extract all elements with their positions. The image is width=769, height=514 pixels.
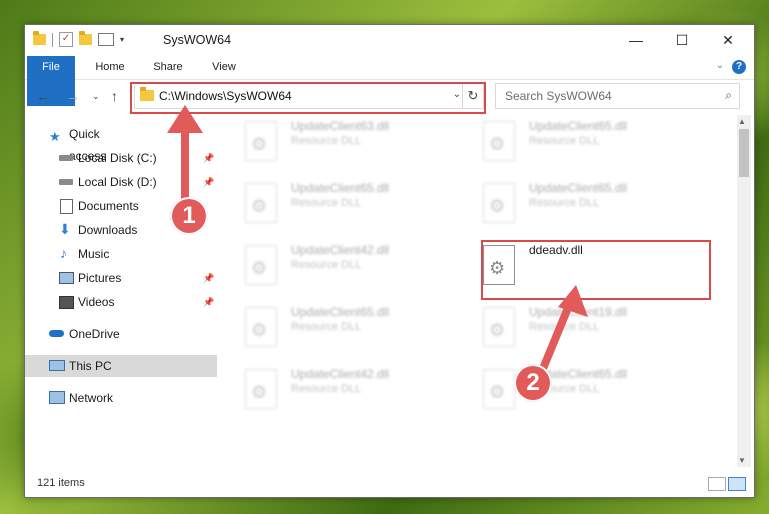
file-item[interactable]: UpdateClient42.dll Resource DLL — [225, 239, 435, 289]
toolbar-separator — [52, 32, 53, 47]
close-button[interactable]: ✕ — [705, 25, 751, 56]
new-folder-icon[interactable] — [79, 31, 92, 45]
dll-file-icon — [483, 121, 515, 161]
file-name: UpdateClient65.dll — [291, 305, 390, 319]
file-item[interactable]: UpdateClient42.dll Resource DLL — [225, 363, 435, 413]
file-type: Resource DLL — [529, 135, 600, 147]
tab-home[interactable]: Home — [83, 56, 137, 79]
up-arrow-icon[interactable]: ↑ — [111, 88, 118, 104]
ribbon: File Home Share View ⌄ ? — [25, 56, 754, 106]
dll-file-icon — [245, 183, 277, 223]
scrollbar-thumb[interactable] — [739, 129, 749, 177]
window-title: SysWOW64 — [163, 33, 232, 47]
file-name: UpdateClient42.dll — [291, 367, 390, 381]
dll-file-icon — [245, 369, 277, 409]
step-badge-2: 2 — [514, 364, 552, 402]
arrow-up-right-icon — [538, 285, 588, 373]
sidebar-item-label: Videos — [78, 295, 115, 309]
computer-icon — [49, 360, 65, 371]
help-icon[interactable]: ? — [732, 60, 746, 74]
minimize-button[interactable]: — — [613, 25, 659, 56]
star-icon: ★ — [49, 129, 61, 144]
search-box[interactable]: Search SysWOW64 ⌕ — [495, 83, 740, 109]
large-icons-view-icon[interactable] — [728, 477, 746, 491]
item-count: 121 items — [37, 477, 85, 489]
title-bar: ✓ ▾ SysWOW64 — ☐ ✕ — [25, 25, 754, 56]
sidebar-item-label: This PC — [69, 359, 112, 373]
file-item[interactable]: UpdateClient63.dll Resource DLL — [225, 115, 435, 165]
videos-icon — [59, 296, 74, 309]
sidebar-item-label: Network — [69, 391, 114, 405]
arrow-up-icon — [167, 105, 203, 205]
file-type: Resource DLL — [291, 383, 362, 395]
sidebar-item-label: Pictures — [78, 271, 122, 285]
drive-icon — [59, 155, 73, 161]
recent-locations-chevron-icon[interactable]: ⌄ — [92, 91, 100, 102]
search-icon[interactable]: ⌕ — [725, 88, 732, 103]
dll-file-icon — [483, 183, 515, 223]
dll-file-icon — [483, 307, 515, 347]
sidebar-item-label: Documents — [78, 199, 139, 213]
file-name: UpdateClient65.dll — [291, 181, 390, 195]
status-bar: 121 items — [25, 471, 754, 497]
sidebar-item-network[interactable]: Network — [49, 387, 217, 409]
sidebar-item-label: Downloads — [78, 223, 138, 237]
sidebar-item-pictures[interactable]: Pictures 📌 — [59, 267, 219, 289]
file-item[interactable]: UpdateClient65.dll Resource DLL — [463, 115, 673, 165]
file-name: UpdateClient63.dll — [291, 119, 390, 133]
pin-icon[interactable]: 📌 — [203, 291, 214, 313]
tab-share[interactable]: Share — [141, 56, 195, 79]
forward-arrow-icon[interactable]: → — [66, 88, 80, 104]
file-type: Resource DLL — [291, 321, 362, 333]
file-highlight — [481, 240, 711, 300]
file-item[interactable]: UpdateClient65.dll Resource DLL — [225, 177, 435, 227]
customize-toolbar-chevron-icon[interactable]: ▾ — [120, 35, 124, 44]
dll-file-icon — [245, 307, 277, 347]
pictures-icon — [59, 272, 74, 284]
music-note-icon: ♪ — [60, 245, 67, 261]
properties-check-icon[interactable]: ✓ — [59, 32, 73, 47]
back-arrow-icon[interactable]: ← — [36, 88, 50, 104]
sidebar-item-label: Music — [78, 247, 110, 261]
sidebar-item-label: Local Disk (D:) — [78, 175, 157, 189]
sidebar-item-this-pc[interactable]: This PC — [25, 355, 217, 377]
document-icon — [60, 199, 73, 214]
dll-file-icon — [245, 245, 277, 285]
vertical-scrollbar[interactable]: ▲ ▼ — [737, 115, 751, 467]
dll-file-icon — [245, 121, 277, 161]
maximize-button[interactable]: ☐ — [659, 25, 705, 56]
cloud-icon — [49, 330, 64, 337]
scroll-down-arrow-icon[interactable]: ▼ — [738, 456, 746, 465]
pin-icon[interactable]: 📌 — [203, 267, 214, 289]
sidebar-item-label: OneDrive — [69, 327, 120, 341]
details-view-icon[interactable] — [708, 477, 726, 491]
tab-view[interactable]: View — [197, 56, 251, 79]
file-type: Resource DLL — [291, 197, 362, 209]
folder-icon[interactable] — [33, 31, 46, 45]
search-input[interactable]: Search SysWOW64 — [505, 89, 612, 103]
file-name: UpdateClient65.dll — [529, 181, 628, 195]
file-name: UpdateClient65.dll — [529, 119, 628, 133]
drive-icon — [59, 179, 73, 185]
file-name: UpdateClient42.dll — [291, 243, 390, 257]
expand-ribbon-chevron-icon[interactable]: ⌄ — [716, 60, 724, 71]
sidebar-item-onedrive[interactable]: OneDrive — [49, 323, 217, 345]
sidebar-item-music[interactable]: ♪ Music — [59, 243, 219, 265]
file-item[interactable]: UpdateClient65.dll Resource DLL — [225, 301, 435, 351]
quick-access-toolbar: ✓ ▾ — [33, 31, 124, 47]
file-type: Resource DLL — [291, 259, 362, 271]
scroll-up-arrow-icon[interactable]: ▲ — [738, 117, 746, 126]
download-arrow-icon: ⬇ — [59, 221, 71, 237]
file-type: Resource DLL — [291, 135, 362, 147]
properties-icon[interactable] — [98, 33, 114, 46]
network-icon — [49, 391, 65, 404]
file-item[interactable]: UpdateClient65.dll Resource DLL — [463, 177, 673, 227]
file-type: Resource DLL — [529, 197, 600, 209]
step-badge-1: 1 — [170, 197, 208, 235]
dll-file-icon — [483, 369, 515, 409]
sidebar-item-label: Local Disk (C:) — [78, 151, 157, 165]
sidebar-item-videos[interactable]: Videos 📌 — [59, 291, 219, 313]
